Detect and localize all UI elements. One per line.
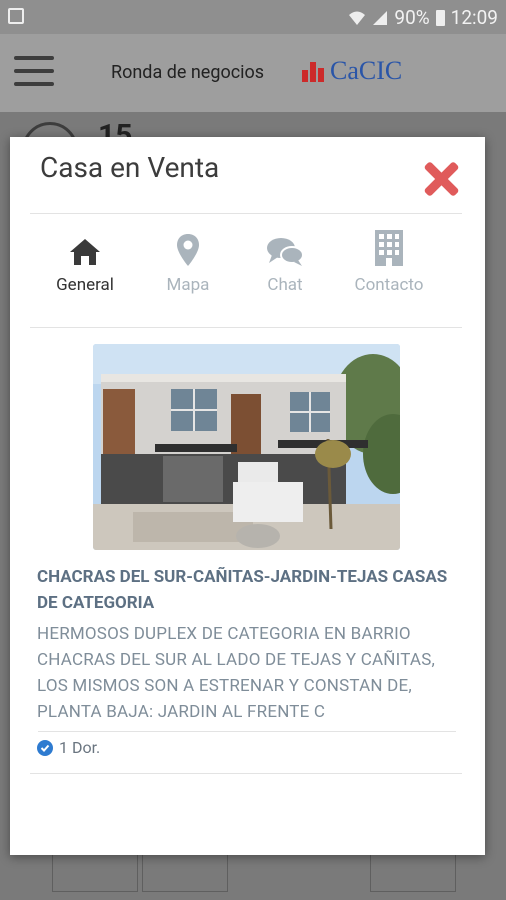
modal-title: Casa en Venta — [40, 151, 220, 184]
map-marker-icon — [177, 234, 199, 266]
close-icon[interactable] — [423, 161, 459, 197]
logo-mark-icon — [302, 60, 326, 82]
listing-modal: Casa en Venta General Mapa Chat Contacto… — [10, 137, 485, 855]
listing-tabs: General Mapa Chat Contacto — [30, 227, 462, 317]
notification-image-icon — [8, 8, 24, 24]
tab-contacto[interactable]: Contacto — [334, 227, 444, 317]
tab-mapa[interactable]: Mapa — [133, 227, 243, 317]
house-image — [93, 344, 400, 550]
feature-label: 1 Dor. — [59, 738, 101, 757]
tab-label: Chat — [267, 275, 303, 295]
battery-icon — [435, 9, 445, 26]
property-photo[interactable] — [93, 344, 400, 550]
app-title: Ronda de negocios — [111, 62, 265, 83]
divider — [38, 731, 456, 732]
battery-percent: 90% — [394, 6, 430, 29]
tab-label: Contacto — [354, 275, 424, 295]
building-icon — [375, 230, 403, 266]
divider — [30, 213, 462, 214]
listing-title[interactable]: CHACRAS DEL SUR-CAÑITAS-JARDIN-TEJAS CAS… — [37, 564, 457, 616]
wifi-icon — [349, 11, 366, 25]
chat-bubbles-icon — [267, 238, 304, 266]
tab-label: General — [56, 275, 114, 295]
home-icon — [70, 239, 100, 265]
listing-description: HERMOSOS DUPLEX DE CATEGORIA EN BARRIO C… — [37, 624, 436, 722]
check-circle-icon — [37, 739, 53, 756]
tab-chat[interactable]: Chat — [230, 227, 340, 317]
divider — [30, 327, 462, 328]
tab-label: Mapa — [166, 275, 210, 295]
signal-icon — [373, 10, 388, 25]
menu-icon[interactable] — [14, 56, 54, 88]
status-bar: 90% 12:09 — [0, 0, 506, 34]
app-bar: Ronda de negocios CaCIC — [0, 34, 506, 112]
logo-text: CaCIC — [330, 56, 403, 85]
clock: 12:09 — [450, 6, 498, 29]
cacic-logo: CaCIC — [302, 56, 402, 86]
tab-general[interactable]: General — [30, 227, 140, 317]
feature-bedrooms: 1 Dor. — [37, 738, 100, 757]
divider — [30, 773, 462, 774]
